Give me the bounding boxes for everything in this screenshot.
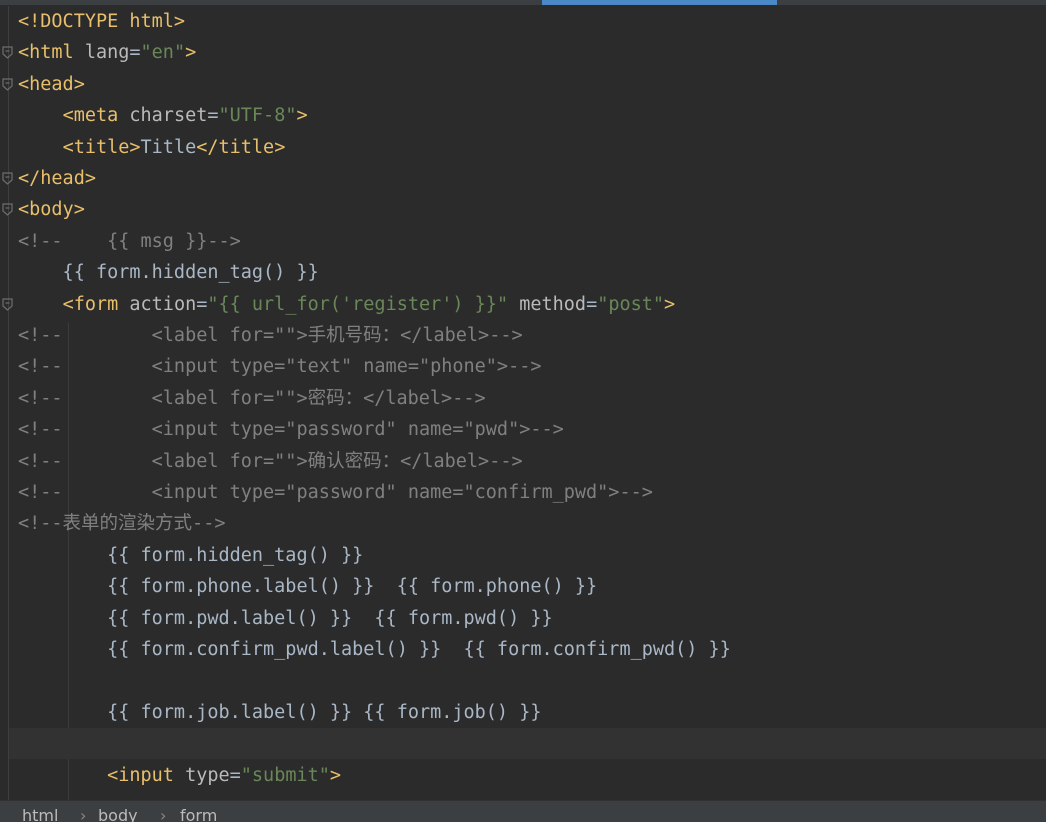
code-line[interactable]: <head> bbox=[18, 69, 1046, 100]
fold-marker-icon[interactable] bbox=[2, 194, 15, 225]
fold-marker-icon[interactable] bbox=[2, 289, 15, 320]
code-line[interactable]: <!-- <label for="">密码：</label>--> bbox=[18, 383, 1046, 414]
breadcrumb-item-body[interactable]: body bbox=[98, 806, 138, 822]
code-line[interactable]: <!-- {{ msg }}--> bbox=[18, 226, 1046, 257]
code-token: </title> bbox=[196, 136, 286, 158]
code-token: > bbox=[664, 293, 676, 315]
code-line[interactable]: {{ form.pwd.label() }} {{ form.pwd() }} bbox=[18, 603, 1046, 634]
code-line[interactable]: {{ form.job.label() }} {{ form.job() }} bbox=[18, 697, 1046, 728]
code-token: action bbox=[129, 293, 197, 315]
fold-marker-icon[interactable] bbox=[2, 69, 15, 100]
code-token: = bbox=[586, 293, 598, 315]
code-token: <!-- <input type="password" name="confir… bbox=[18, 482, 653, 503]
code-editor[interactable]: <!DOCTYPE html> <html lang="en"> <head> <m… bbox=[0, 6, 1046, 800]
code-token: </head> bbox=[18, 168, 96, 189]
code-line[interactable]: <title>Title</title> bbox=[18, 132, 1046, 163]
code-line[interactable]: {{ form.hidden_tag() }} bbox=[18, 540, 1046, 571]
code-token: <!DOCTYPE html> bbox=[18, 11, 186, 32]
code-token: <!-- <input type="text" name="phone">--> bbox=[18, 356, 542, 378]
code-line[interactable]: <!-- <input type="text" name="phone">--> bbox=[18, 351, 1046, 382]
code-line[interactable]: {{ form.phone.label() }} {{ form.phone()… bbox=[18, 571, 1046, 602]
code-token: {{ form.job.label() }} {{ form.job() }} bbox=[18, 701, 542, 723]
code-token: type bbox=[185, 764, 230, 786]
code-line[interactable]: <!DOCTYPE html> bbox=[18, 6, 1046, 37]
code-token: > bbox=[329, 764, 342, 786]
code-token: {{ form.pwd.label() }} {{ form.pwd() }} bbox=[18, 607, 553, 629]
code-line[interactable]: <html lang="en"> bbox=[18, 37, 1046, 68]
code-token: lang bbox=[84, 42, 130, 64]
code-token: "UTF-8" bbox=[218, 105, 297, 127]
code-line[interactable]: <body> bbox=[18, 194, 1046, 225]
horizontal-scrollbar-thumb[interactable] bbox=[542, 0, 777, 5]
code-token: <!--表单的渲染方式--> bbox=[18, 513, 226, 535]
breadcrumb-item-form[interactable]: form bbox=[180, 806, 217, 822]
code-token: {{ form.confirm_pwd.label() }} {{ form.c… bbox=[18, 639, 731, 660]
code-token: {{ form.hidden_tag() }} bbox=[18, 544, 364, 566]
code-token: "{{ url_for('register') }}" bbox=[207, 293, 509, 315]
code-token: > bbox=[185, 42, 197, 64]
editor-top-bar bbox=[0, 0, 1046, 5]
code-token: "submit" bbox=[240, 764, 330, 786]
code-token: = bbox=[129, 42, 141, 64]
gutter-divider bbox=[8, 6, 9, 800]
code-token: "post" bbox=[597, 293, 665, 315]
code-token: > bbox=[296, 105, 308, 127]
code-line[interactable]: <form action="{{ url_for('register') }}"… bbox=[18, 289, 1046, 320]
code-token: method bbox=[519, 293, 587, 315]
code-token: Title bbox=[140, 136, 197, 158]
code-token: = bbox=[196, 293, 208, 315]
code-token: <body> bbox=[18, 199, 85, 221]
code-token: <!-- <label for="">密码：</label>--> bbox=[18, 387, 486, 409]
breadcrumb: html › body › form bbox=[0, 800, 1046, 822]
code-token: {{ form.phone.label() }} {{ form.phone()… bbox=[18, 576, 598, 598]
code-token: <head> bbox=[18, 73, 85, 95]
code-token: = bbox=[207, 105, 219, 127]
code-line[interactable]: <!--表单的渲染方式--> bbox=[18, 508, 1046, 539]
code-line[interactable]: {{ form.hidden_tag() }} bbox=[18, 257, 1046, 288]
code-token: <meta bbox=[62, 105, 130, 127]
code-token: <!-- <label for="">确认密码：</label>--> bbox=[18, 450, 523, 472]
code-line[interactable]: <!-- <input type="password" name="confir… bbox=[18, 477, 1046, 508]
fold-marker-icon[interactable] bbox=[2, 163, 15, 194]
breadcrumb-item-html[interactable]: html bbox=[22, 806, 58, 822]
code-token: <html bbox=[18, 42, 85, 64]
code-token: <input bbox=[107, 764, 186, 786]
code-line[interactable] bbox=[18, 665, 1046, 696]
fold-marker-icon[interactable] bbox=[2, 37, 15, 68]
code-token: <title> bbox=[62, 136, 141, 158]
code-line[interactable]: <!-- <input type="password" name="pwd">-… bbox=[18, 414, 1046, 445]
code-token: {{ form.hidden_tag() }} bbox=[18, 262, 319, 284]
code-token: charset bbox=[129, 105, 208, 127]
code-token: <!-- {{ msg }}--> bbox=[18, 230, 241, 252]
code-token: <form bbox=[62, 293, 130, 315]
breadcrumb-separator-icon: › bbox=[160, 806, 167, 822]
code-line[interactable]: <!-- <label for="">手机号码：</label>--> bbox=[18, 320, 1046, 351]
code-line[interactable]: <!-- <label for="">确认密码：</label>--> bbox=[18, 446, 1046, 477]
breadcrumb-separator-icon: › bbox=[80, 806, 87, 822]
code-token: <!-- <label for="">手机号码：</label>--> bbox=[18, 325, 523, 346]
code-line[interactable]: <meta charset="UTF-8"> bbox=[18, 100, 1046, 131]
code-line[interactable]: </head> bbox=[18, 163, 1046, 194]
code-token: = bbox=[229, 764, 241, 786]
code-line-current[interactable] bbox=[9, 728, 1046, 760]
code-token: <!-- <input type="password" name="pwd">-… bbox=[18, 419, 564, 441]
code-line[interactable]: <input type="submit"> bbox=[18, 760, 1046, 791]
code-token: "en" bbox=[140, 42, 186, 64]
code-line[interactable]: {{ form.confirm_pwd.label() }} {{ form.c… bbox=[18, 634, 1046, 665]
